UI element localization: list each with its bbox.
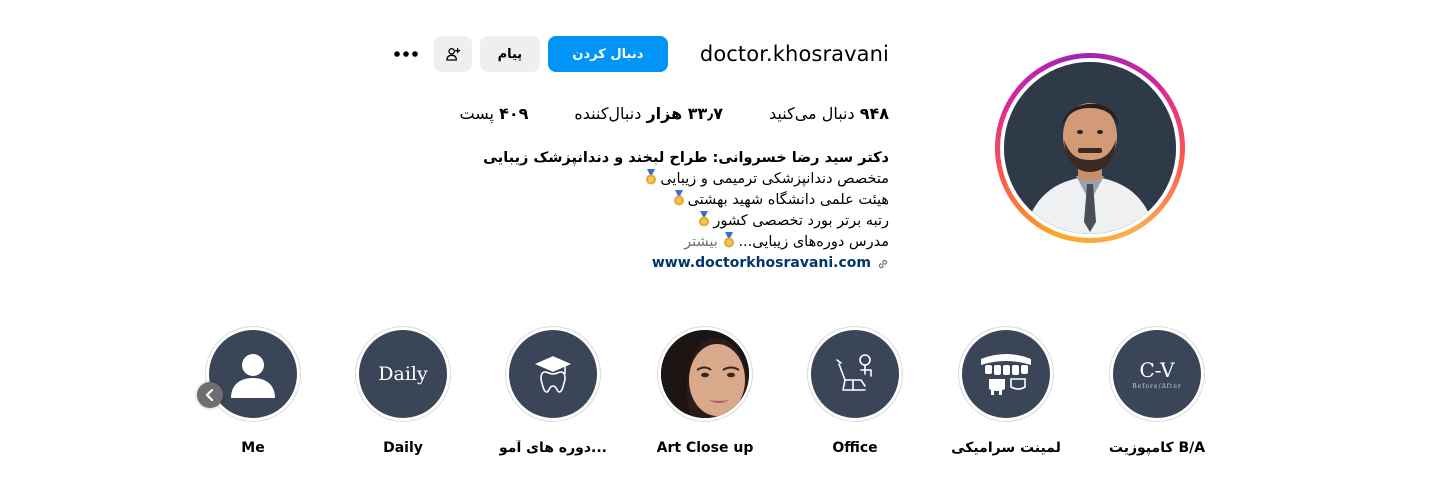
- followers-count[interactable]: ۳۳٫۷ هزار دنبال‌کننده: [574, 104, 723, 123]
- bio-line: متخصص دندانپزشکی ترمیمی و زیبایی: [469, 169, 889, 190]
- highlight-daily[interactable]: Daily Daily: [348, 326, 458, 456]
- highlight-cover: Daily: [359, 330, 447, 418]
- highlight-art-close-up[interactable]: Art Close up: [650, 326, 760, 456]
- person-add-icon: [446, 48, 461, 61]
- highlight-cover-subtext: Before/After: [1132, 382, 1182, 390]
- highlight-cover: C-V Before/After: [1113, 330, 1201, 418]
- highlight-cover-ring: Daily: [355, 326, 451, 422]
- highlight-cover-text: C-V: [1139, 357, 1175, 382]
- highlight-label: کامپوزیت B/A: [1108, 440, 1206, 456]
- highlight-cover: [962, 330, 1050, 418]
- medal-icon: [673, 190, 684, 206]
- message-button[interactable]: پیام: [479, 36, 540, 72]
- followers-value: ۳۳٫۷ هزار: [646, 104, 724, 123]
- medal-icon: [699, 211, 710, 227]
- highlight-label: Daily: [383, 440, 423, 456]
- medal-icon: [646, 169, 657, 185]
- bio-full-name: دکتر سید رضا خسروانی: طراح لبخند و دندان…: [483, 150, 889, 166]
- face-photo: [661, 330, 749, 418]
- highlight-cover-ring: [958, 326, 1054, 422]
- highlight-cover-ring: [807, 326, 903, 422]
- highlight-label: Me: [241, 440, 265, 456]
- highlight-label: لمینت سرامیکی: [951, 440, 1061, 456]
- posts-value: ۴۰۹: [499, 104, 529, 123]
- veneer-teeth-icon: [981, 354, 1031, 395]
- bio-line: مدرس دوره‌های زیبایی... بیشتر: [684, 232, 889, 250]
- posts-label: پست: [459, 104, 494, 123]
- following-value: ۹۴۸: [859, 104, 889, 123]
- bio-line: رتبه برتر بورد تخصصی کشور: [469, 211, 889, 232]
- bio-line: هیئت علمی دانشگاه شهید بهشتی: [469, 190, 889, 211]
- highlight-cover: [811, 330, 899, 418]
- story-highlights: Me Daily Daily دوره های آمو... Art Close…: [200, 326, 1210, 466]
- followers-label: دنبال‌کننده: [574, 104, 642, 123]
- highlights-scroll-left-button[interactable]: [197, 382, 223, 408]
- link-icon: [878, 259, 888, 268]
- medal-icon: [724, 232, 735, 248]
- follow-button[interactable]: دنبال کردن: [547, 36, 668, 72]
- more-options-button[interactable]: [388, 36, 424, 72]
- highlight-courses[interactable]: دوره های آمو...: [498, 326, 608, 456]
- highlight-cover-ring: [205, 326, 301, 422]
- highlight-label: Office: [832, 440, 878, 456]
- highlight-cover-ring: [657, 326, 753, 422]
- posts-count: ۴۰۹ پست: [460, 104, 529, 123]
- profile-stats: ۴۰۹ پست ۳۳٫۷ هزار دنبال‌کننده ۹۴۸ دنبال …: [460, 104, 889, 123]
- bio-link-row: www.doctorkhosravani.com: [469, 253, 889, 274]
- following-label: دنبال می‌کنید: [769, 104, 855, 123]
- chevron-left-icon: [205, 389, 214, 401]
- profile-header: doctor.khosravani دنبال کردن پیام: [388, 36, 889, 72]
- graduation-tooth-icon: [535, 356, 571, 393]
- profile-avatar-ring[interactable]: [995, 53, 1185, 243]
- username: doctor.khosravani: [699, 42, 889, 66]
- dental-chair-icon: [836, 354, 872, 391]
- highlight-label: دوره های آمو...: [499, 440, 607, 456]
- highlight-cover: [209, 330, 297, 418]
- more-horizontal-icon: [394, 51, 418, 57]
- bio-more-link[interactable]: بیشتر: [684, 234, 718, 250]
- highlight-cover-ring: [505, 326, 601, 422]
- highlight-cover-text: Daily: [378, 363, 428, 385]
- profile-bio: دکتر سید رضا خسروانی: طراح لبخند و دندان…: [469, 148, 889, 274]
- suggest-people-button[interactable]: [433, 36, 472, 72]
- person-silhouette-icon: [231, 354, 275, 398]
- website-link-text: www.doctorkhosravani.com: [651, 255, 871, 271]
- highlight-composite-ba[interactable]: C-V Before/After کامپوزیت B/A: [1102, 326, 1212, 456]
- highlight-cover-ring: C-V Before/After: [1109, 326, 1205, 422]
- highlight-cover: [509, 330, 597, 418]
- highlight-office[interactable]: Office: [800, 326, 910, 456]
- profile-avatar[interactable]: [1004, 62, 1176, 234]
- highlight-label: Art Close up: [656, 440, 754, 456]
- following-count[interactable]: ۹۴۸ دنبال می‌کنید: [769, 104, 889, 123]
- profile-avatar-frame: [1000, 58, 1180, 238]
- website-link[interactable]: www.doctorkhosravani.com: [652, 253, 889, 274]
- highlight-ceramic-laminate[interactable]: لمینت سرامیکی: [951, 326, 1061, 456]
